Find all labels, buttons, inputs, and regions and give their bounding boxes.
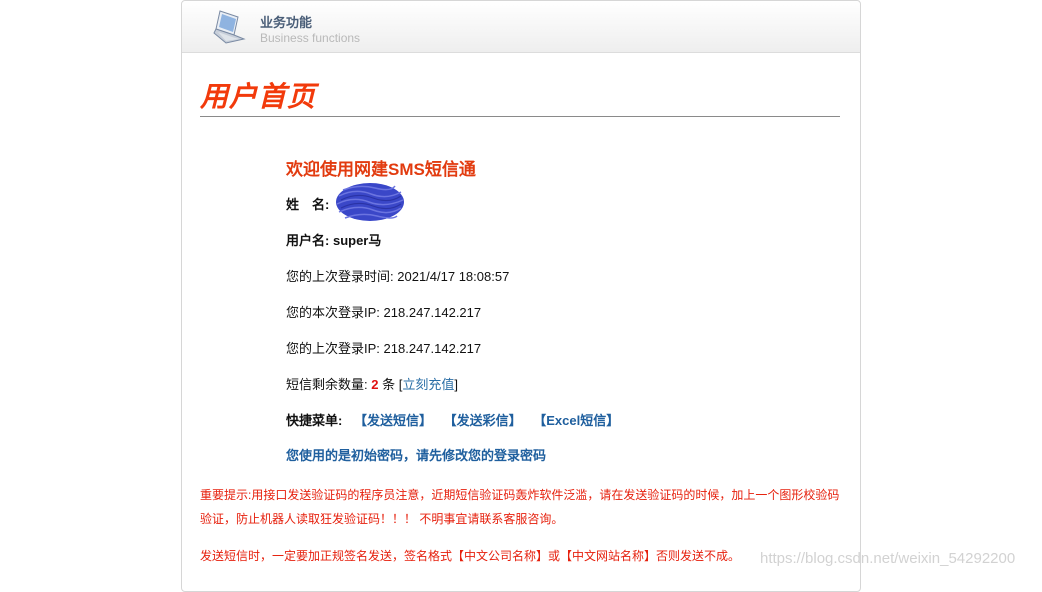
- username-value: super马: [332, 233, 382, 248]
- change-password-notice[interactable]: 您使用的是初始密码，请先修改您的登录密码: [286, 445, 546, 464]
- username-label: 用户名:: [286, 233, 330, 248]
- quick-menu-label: 快捷菜单:: [286, 413, 343, 428]
- recharge-link[interactable]: 立刻充值: [402, 377, 454, 392]
- sms-unit: 条: [382, 377, 396, 392]
- send-mms-link[interactable]: 【发送彩信】: [444, 413, 522, 428]
- important-warning: 重要提示:用接口发送验证码的程序员注意，近期短信验证码轰炸软件泛滥，请在发送验证…: [200, 488, 840, 526]
- title-divider: [200, 116, 840, 117]
- last-login-ip-row: 您的上次登录IP: 218.247.142.217: [286, 338, 481, 357]
- name-label: 姓 名:: [286, 197, 330, 212]
- welcome-heading: 欢迎使用网建SMS短信通: [286, 160, 476, 179]
- username-row: 用户名: super马: [286, 230, 381, 249]
- page-title: 用户首页: [200, 81, 317, 112]
- bracket-close: ]: [454, 377, 459, 392]
- last-login-time-label: 您的上次登录时间:: [286, 269, 394, 284]
- panel-header-subtitle: Business functions: [260, 31, 361, 45]
- laptop-icon: [213, 10, 246, 44]
- quick-menu-row: 快捷菜单: 【发送短信】 【发送彩信】 【Excel短信】: [286, 410, 619, 429]
- sms-remaining-row: 短信剩余数量: 2 条 [立刻充值]: [286, 374, 458, 393]
- sms-remaining-count: 2: [371, 377, 379, 392]
- name-row: 姓 名:: [286, 194, 329, 213]
- panel-header-title: 业务功能: [260, 15, 313, 30]
- last-login-ip-label: 您的上次登录IP:: [286, 341, 380, 356]
- redacted-name-scribble: [336, 183, 404, 221]
- current-login-ip-row: 您的本次登录IP: 218.247.142.217: [286, 302, 481, 321]
- current-login-ip-label: 您的本次登录IP:: [286, 305, 380, 320]
- signature-warning: 发送短信时，一定要加正规签名发送，签名格式【中文公司名称】或【中文网站名称】否则…: [200, 549, 741, 563]
- excel-sms-link[interactable]: 【Excel短信】: [533, 413, 619, 428]
- send-sms-link[interactable]: 【发送短信】: [354, 413, 432, 428]
- last-login-ip-value: 218.247.142.217: [383, 341, 482, 356]
- csdn-watermark: https://blog.csdn.net/weixin_54292200: [760, 550, 1016, 567]
- sms-remaining-label: 短信剩余数量:: [286, 377, 368, 392]
- last-login-time-row: 您的上次登录时间: 2021/4/17 18:08:57: [286, 266, 509, 285]
- last-login-time-value: 2021/4/17 18:08:57: [397, 269, 510, 284]
- current-login-ip-value: 218.247.142.217: [383, 305, 482, 320]
- panel-header: 业务功能 Business functions: [182, 1, 860, 53]
